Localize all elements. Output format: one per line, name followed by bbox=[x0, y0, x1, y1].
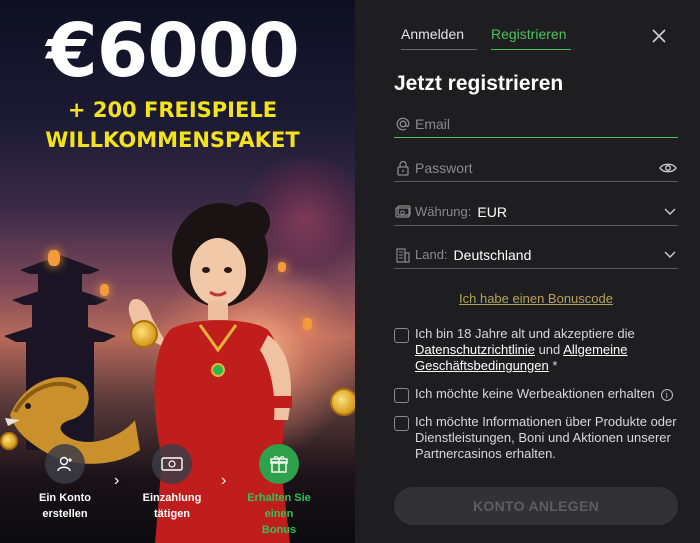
required-marker: * bbox=[552, 358, 558, 373]
currency-value: EUR bbox=[477, 203, 507, 220]
promo-banner: €6000 + 200 FREISPIELE WILLKOMMENSPAKET … bbox=[0, 0, 355, 543]
step-get-bonus: Erhalten Sie einen Bonus bbox=[234, 444, 324, 538]
chevron-right-icon: › bbox=[221, 472, 227, 489]
tab-login-label: Anmelden bbox=[401, 26, 465, 42]
tab-login[interactable]: Anmelden bbox=[401, 26, 477, 50]
currency-icon bbox=[394, 203, 412, 221]
consent-terms-checkbox[interactable] bbox=[394, 328, 409, 343]
country-label: Land: bbox=[415, 247, 448, 262]
step-label-line2: Bonus bbox=[261, 524, 297, 536]
promo-freespins: + 200 FREISPIELE bbox=[67, 98, 278, 122]
no-promos-checkbox[interactable] bbox=[394, 388, 409, 403]
gold-coin bbox=[330, 388, 355, 416]
partner-info-text: Ich möchte Informationen über Produkte o… bbox=[415, 414, 677, 461]
gold-coin bbox=[130, 320, 158, 348]
user-add-icon bbox=[45, 444, 85, 484]
registration-panel: Anmelden Registrieren Jetzt registrieren… bbox=[355, 0, 700, 543]
step-label-line1: Ein Konto bbox=[39, 492, 91, 504]
promo-amount: €6000 bbox=[46, 8, 299, 94]
gift-icon bbox=[259, 444, 299, 484]
consent-terms-row: Ich bin 18 Jahre alt und akzeptiere die … bbox=[394, 326, 684, 374]
lantern bbox=[48, 250, 60, 266]
currency-select[interactable]: Währung: EUR bbox=[394, 198, 678, 226]
consent-prefix: Ich bin 18 Jahre alt und akzeptiere die bbox=[415, 326, 635, 341]
currency-label: Währung: bbox=[415, 204, 472, 219]
promo-welcome-package: WILLKOMMENSPAKET bbox=[45, 128, 300, 152]
step-create-account: Ein Konto erstellen bbox=[20, 444, 110, 522]
terms-link-line2: Geschäftsbedingungen bbox=[415, 358, 549, 373]
no-promos-text: Ich möchte keine Werbeaktionen erhalten bbox=[415, 386, 655, 401]
step-deposit: Einzahlung tätigen bbox=[127, 444, 217, 522]
close-button[interactable] bbox=[648, 25, 670, 47]
info-icon[interactable]: i bbox=[660, 388, 673, 401]
bonus-steps: Ein Konto erstellen › Einzahlung tätigen ›… bbox=[10, 444, 340, 536]
eye-icon[interactable] bbox=[658, 160, 678, 176]
building-icon bbox=[394, 246, 412, 264]
step-label-line2: erstellen bbox=[42, 508, 88, 520]
tab-register-label: Registrieren bbox=[491, 26, 567, 42]
tab-register[interactable]: Registrieren bbox=[491, 26, 571, 50]
chevron-down-icon bbox=[662, 247, 678, 263]
consent-and: und bbox=[538, 342, 561, 357]
password-input[interactable] bbox=[415, 159, 658, 176]
partner-info-checkbox[interactable] bbox=[394, 416, 409, 431]
consent-terms-text: Ich bin 18 Jahre alt und akzeptiere die … bbox=[415, 326, 684, 374]
create-account-button[interactable]: KONTO ANLEGEN bbox=[394, 487, 678, 525]
form-title: Jetzt registrieren bbox=[394, 72, 564, 95]
terms-link-line1: Allgemeine bbox=[563, 342, 628, 357]
privacy-policy-link[interactable]: Datenschutzrichtlinie bbox=[415, 342, 535, 357]
chevron-down-icon bbox=[662, 204, 678, 220]
country-value: Deutschland bbox=[453, 246, 532, 263]
country-select[interactable]: Land: Deutschland bbox=[394, 241, 678, 269]
step-label-line2: tätigen bbox=[153, 508, 191, 520]
chevron-right-icon: › bbox=[114, 472, 120, 489]
at-sign-icon bbox=[394, 115, 412, 133]
lock-icon bbox=[394, 159, 412, 177]
bonus-code-link[interactable]: Ich habe einen Bonuscode bbox=[394, 291, 678, 306]
banknote-icon bbox=[152, 444, 192, 484]
step-label-line1: Einzahlung bbox=[142, 492, 202, 504]
no-promos-row: Ich möchte keine Werbeaktionen erhalten i bbox=[394, 386, 684, 403]
partner-info-row: Ich möchte Informationen über Produkte o… bbox=[394, 414, 684, 462]
close-icon bbox=[652, 29, 666, 43]
password-field bbox=[394, 154, 678, 182]
email-field bbox=[394, 110, 678, 138]
email-input[interactable] bbox=[415, 115, 678, 132]
step-label-line1: Erhalten Sie einen bbox=[247, 492, 311, 520]
